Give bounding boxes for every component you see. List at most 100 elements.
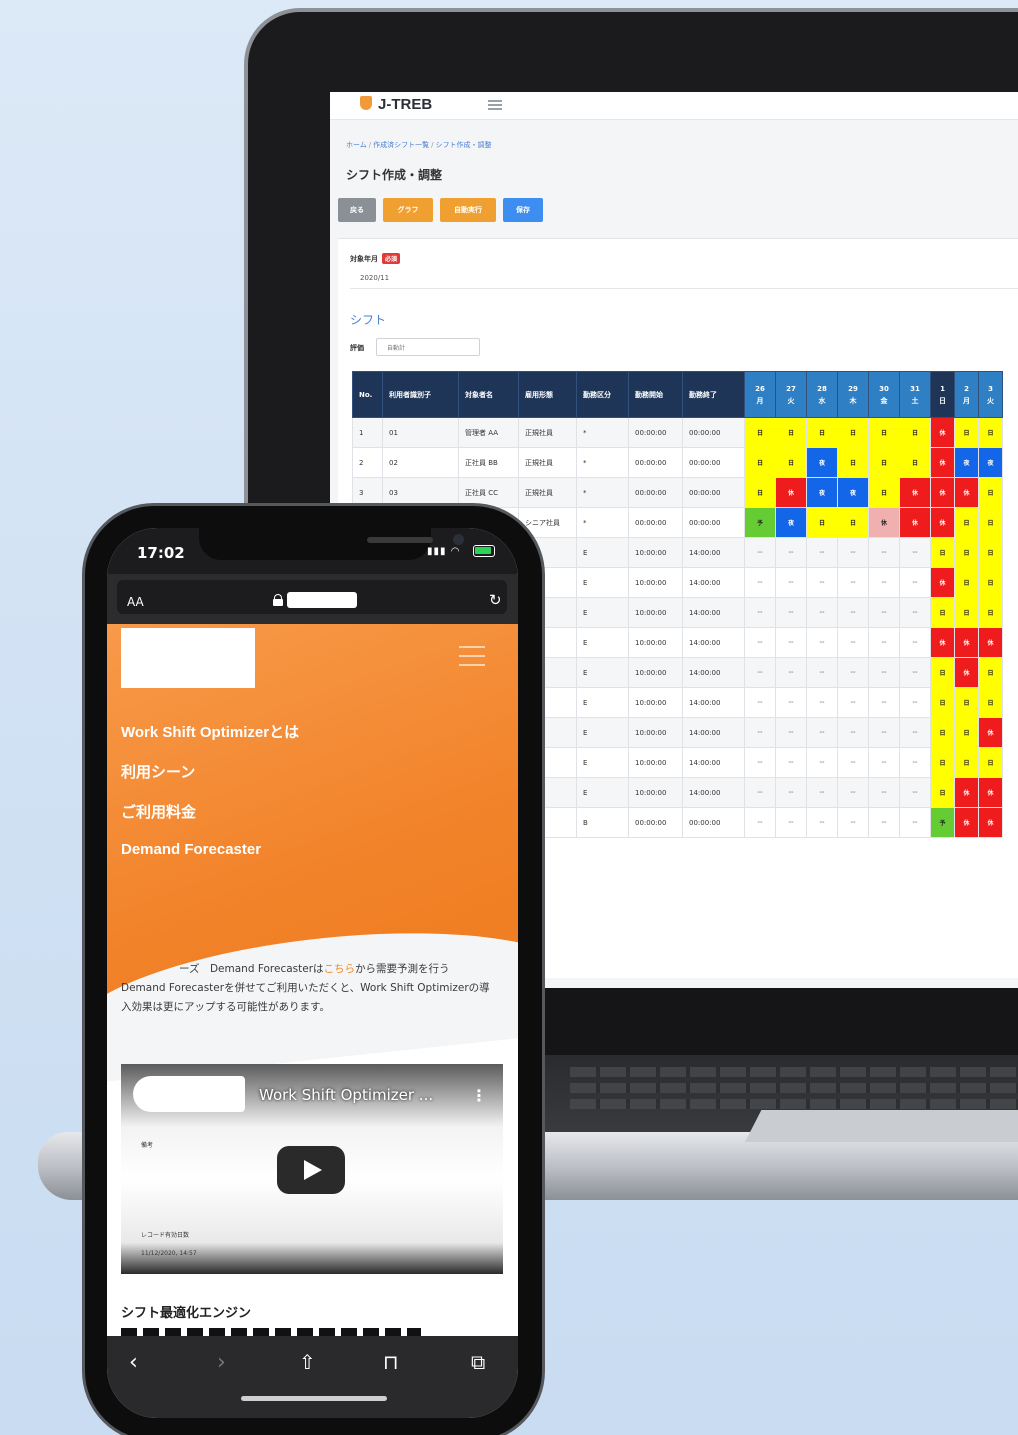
shift-cell[interactable]: -- xyxy=(806,567,838,598)
shift-cell[interactable]: 日 xyxy=(978,687,1003,718)
shift-cell[interactable]: 日 xyxy=(744,447,776,478)
shift-cell[interactable]: -- xyxy=(837,627,869,658)
text-size-button[interactable]: AA xyxy=(127,595,144,609)
shift-cell[interactable]: -- xyxy=(744,687,776,718)
shift-cell[interactable]: 日 xyxy=(744,417,776,448)
shift-cell[interactable]: -- xyxy=(837,717,869,748)
shift-cell[interactable]: 日 xyxy=(954,747,979,778)
shift-cell[interactable]: 休 xyxy=(930,417,955,448)
shift-cell[interactable]: 夜 xyxy=(837,477,869,508)
shift-cell[interactable]: 休 xyxy=(868,507,900,538)
shift-cell[interactable]: 休 xyxy=(978,807,1003,838)
forward-icon[interactable]: › xyxy=(217,1350,226,1375)
shift-cell[interactable]: 日 xyxy=(806,507,838,538)
graph-button[interactable]: グラフ xyxy=(383,198,433,222)
shift-cell[interactable]: -- xyxy=(775,567,807,598)
shift-cell[interactable]: 休 xyxy=(899,507,931,538)
shift-cell[interactable]: -- xyxy=(868,807,900,838)
shift-cell[interactable]: -- xyxy=(775,777,807,808)
more-options-icon[interactable]: ⋮ xyxy=(471,1086,487,1105)
shift-cell[interactable]: -- xyxy=(744,597,776,628)
breadcrumb-home[interactable]: ホーム xyxy=(346,141,367,149)
brand-logo[interactable]: J-TREB xyxy=(360,96,432,113)
shift-cell[interactable]: -- xyxy=(899,657,931,688)
tabs-icon[interactable]: ⧉ xyxy=(471,1350,485,1374)
shift-cell[interactable]: -- xyxy=(806,807,838,838)
shift-cell[interactable]: -- xyxy=(899,627,931,658)
table-row[interactable]: 1 01 管理者 AA 正規社員 * 00:00:00 00:00:00 日日日日日日休日日 xyxy=(352,417,1003,448)
save-button[interactable]: 保存 xyxy=(503,198,543,222)
shift-cell[interactable]: 日 xyxy=(954,507,979,538)
shift-cell[interactable]: 日 xyxy=(978,507,1003,538)
shift-cell[interactable]: 日 xyxy=(930,687,955,718)
shift-cell[interactable]: -- xyxy=(806,777,838,808)
shift-cell[interactable]: 日 xyxy=(954,597,979,628)
shift-cell[interactable]: 日 xyxy=(954,687,979,718)
auto-run-button[interactable]: 自動実行 xyxy=(440,198,496,222)
shift-cell[interactable]: 日 xyxy=(744,477,776,508)
shift-cell[interactable]: -- xyxy=(806,717,838,748)
breadcrumb-shift-list[interactable]: 作成済シフト一覧 xyxy=(373,141,429,149)
shift-cell[interactable]: -- xyxy=(899,537,931,568)
shift-cell[interactable]: 休 xyxy=(899,477,931,508)
shift-cell[interactable]: 日 xyxy=(806,417,838,448)
shift-cell[interactable]: 日 xyxy=(930,657,955,688)
shift-cell[interactable]: -- xyxy=(744,567,776,598)
shift-cell[interactable]: 予 xyxy=(744,507,776,538)
shift-cell[interactable]: -- xyxy=(868,657,900,688)
menu-icon[interactable] xyxy=(459,646,485,666)
nav-pricing[interactable]: ご利用料金 xyxy=(121,801,196,822)
video-embed[interactable]: Work Shift Optimizer ... ⋮ 備考 レコード有効日数 1… xyxy=(121,1064,503,1274)
shift-cell[interactable]: -- xyxy=(899,597,931,628)
shift-cell[interactable]: 日 xyxy=(930,747,955,778)
shift-cell[interactable]: -- xyxy=(806,627,838,658)
shift-cell[interactable]: 休 xyxy=(775,477,807,508)
shift-cell[interactable]: 日 xyxy=(837,507,869,538)
shift-cell[interactable]: 日 xyxy=(930,777,955,808)
play-button[interactable] xyxy=(277,1146,345,1194)
shift-cell[interactable]: -- xyxy=(806,597,838,628)
shift-cell[interactable]: 日 xyxy=(978,417,1003,448)
shift-cell[interactable]: -- xyxy=(744,537,776,568)
shift-cell[interactable]: -- xyxy=(837,807,869,838)
site-logo[interactable] xyxy=(121,628,255,688)
shift-cell[interactable]: -- xyxy=(775,537,807,568)
shift-cell[interactable]: 休 xyxy=(930,627,955,658)
shift-cell[interactable]: 休 xyxy=(978,717,1003,748)
menu-icon[interactable] xyxy=(488,100,502,110)
shift-cell[interactable]: -- xyxy=(837,567,869,598)
shift-cell[interactable]: -- xyxy=(744,777,776,808)
shift-cell[interactable]: 日 xyxy=(837,417,869,448)
shift-cell[interactable]: -- xyxy=(806,687,838,718)
shift-cell[interactable]: -- xyxy=(744,807,776,838)
shift-cell[interactable]: 日 xyxy=(868,477,900,508)
shift-cell[interactable]: 休 xyxy=(978,627,1003,658)
shift-cell[interactable]: -- xyxy=(744,717,776,748)
shift-cell[interactable]: -- xyxy=(899,717,931,748)
shift-cell[interactable]: 休 xyxy=(954,777,979,808)
shift-cell[interactable]: -- xyxy=(899,747,931,778)
shift-cell[interactable]: 日 xyxy=(899,417,931,448)
shift-cell[interactable]: 休 xyxy=(954,627,979,658)
shift-cell[interactable]: -- xyxy=(837,597,869,628)
shift-cell[interactable]: 休 xyxy=(954,657,979,688)
nav-about[interactable]: Work Shift Optimizerとは xyxy=(121,721,299,742)
back-button[interactable]: 戻る xyxy=(338,198,376,222)
shift-cell[interactable]: -- xyxy=(744,627,776,658)
shift-cell[interactable]: 日 xyxy=(775,417,807,448)
shift-cell[interactable]: -- xyxy=(899,687,931,718)
shift-cell[interactable]: -- xyxy=(775,717,807,748)
shift-cell[interactable]: 日 xyxy=(868,417,900,448)
shift-cell[interactable]: 休 xyxy=(930,477,955,508)
shift-cell[interactable]: -- xyxy=(899,567,931,598)
shift-cell[interactable]: -- xyxy=(868,777,900,808)
shift-cell[interactable]: 休 xyxy=(930,447,955,478)
shift-cell[interactable]: -- xyxy=(868,627,900,658)
shift-cell[interactable]: 夜 xyxy=(806,477,838,508)
shift-cell[interactable]: -- xyxy=(868,717,900,748)
shift-cell[interactable]: 日 xyxy=(978,567,1003,598)
bookmarks-icon[interactable]: ⊓ xyxy=(383,1350,399,1374)
shift-cell[interactable]: -- xyxy=(837,777,869,808)
shift-cell[interactable]: 日 xyxy=(930,597,955,628)
shift-cell[interactable]: -- xyxy=(775,687,807,718)
